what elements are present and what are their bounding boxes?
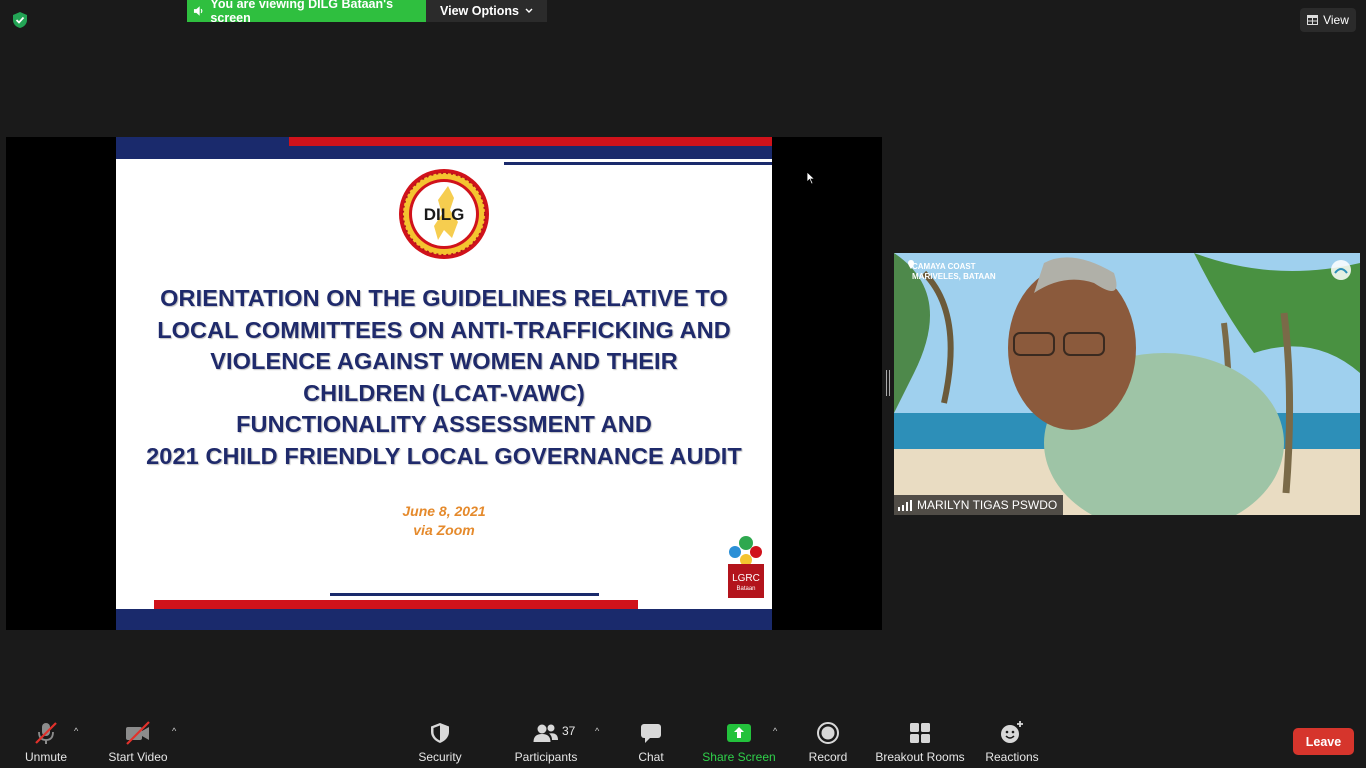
- participant-video-tile[interactable]: CAMAYA COAST MARIVELES, BATAAN MARILYN T…: [894, 253, 1360, 515]
- leave-button[interactable]: Leave: [1293, 728, 1354, 755]
- dilg-seal-logo: DILG: [399, 169, 489, 259]
- participants-label: Participants: [514, 750, 578, 764]
- breakout-rooms-button[interactable]: Breakout Rooms: [874, 716, 966, 768]
- viewing-banner-text: You are viewing DILG Bataan's screen: [210, 0, 394, 25]
- encryption-shield-icon[interactable]: [11, 11, 29, 29]
- slide-bottom-navy-bar: [116, 609, 772, 630]
- mouse-cursor-icon: [806, 171, 816, 185]
- slide-top-thin-line: [504, 162, 772, 165]
- chevron-down-icon: [525, 8, 533, 13]
- dilg-logo-text: DILG: [424, 205, 465, 224]
- breakout-rooms-icon: [910, 723, 930, 743]
- share-screen-button[interactable]: Share Screen: [702, 716, 776, 768]
- participant-name-label: MARILYN TIGAS PSWDO: [894, 495, 1064, 515]
- slide-title: ORIENTATION ON THE GUIDELINES RELATIVE T…: [116, 283, 772, 472]
- slide-title-line: VIOLENCE AGAINST WOMEN AND THEIR: [210, 348, 678, 374]
- view-options-label: View Options: [440, 4, 519, 18]
- chat-button[interactable]: Chat: [628, 716, 674, 768]
- slide-top-red-bar: [289, 137, 772, 146]
- participants-options-caret[interactable]: ^: [595, 726, 599, 736]
- reactions-emoji-icon: [1001, 721, 1023, 743]
- view-options-button[interactable]: View Options: [426, 0, 547, 22]
- view-label: View: [1323, 13, 1349, 27]
- record-label: Record: [808, 750, 848, 764]
- share-options-caret[interactable]: ^: [773, 726, 777, 736]
- location-line: MARIVELES, BATAAN: [912, 272, 996, 281]
- muted-microphone-icon: [35, 722, 57, 744]
- security-shield-icon: [431, 723, 449, 743]
- grid-view-icon: [1307, 15, 1319, 25]
- slide-title-line: LOCAL COMMITTEES ON ANTI-TRAFFICKING AND: [157, 316, 731, 343]
- slide-title-line: ORIENTATION ON THE GUIDELINES RELATIVE T…: [160, 285, 728, 311]
- security-label: Security: [418, 750, 462, 764]
- slide-date: June 8, 2021: [402, 503, 486, 519]
- presentation-slide: DILG ORIENTATION ON THE GUIDELINES RELAT…: [116, 137, 772, 630]
- beach-virtual-background: [894, 253, 1360, 515]
- slide-via: via Zoom: [413, 522, 475, 538]
- participants-icon: [533, 724, 558, 742]
- security-button[interactable]: Security: [412, 716, 468, 768]
- reactions-label: Reactions: [985, 750, 1039, 764]
- start-video-label: Start Video: [108, 750, 168, 764]
- chat-bubble-icon: [641, 724, 661, 743]
- view-button[interactable]: View: [1300, 8, 1356, 32]
- slide-bottom-thin-line: [330, 593, 599, 596]
- audio-options-caret[interactable]: ^: [74, 726, 78, 736]
- meeting-toolbar: Unmute ^ Start Video ^ Security Particip…: [0, 716, 1366, 768]
- slide-title-line: FUNCTIONALITY ASSESSMENT AND: [236, 411, 652, 437]
- share-screen-label: Share Screen: [702, 750, 776, 764]
- video-off-icon: [126, 721, 150, 745]
- background-location-tag: CAMAYA COAST MARIVELES, BATAAN: [912, 262, 996, 282]
- viewing-screen-banner: You are viewing DILG Bataan's screen: [187, 0, 426, 25]
- record-icon: [817, 722, 839, 744]
- slide-title-line: CHILDREN (LCAT-VAWC): [303, 379, 585, 406]
- lgrc-logo-text: LGRC: [732, 573, 760, 584]
- share-screen-icon: [727, 724, 751, 742]
- record-button[interactable]: Record: [804, 716, 852, 768]
- lgrc-logo: LGRC Bataan: [728, 536, 764, 598]
- reactions-button[interactable]: Reactions: [984, 716, 1040, 768]
- video-options-caret[interactable]: ^: [172, 726, 176, 736]
- signal-strength-icon: [898, 499, 912, 511]
- slide-title-line: 2021 CHILD FRIENDLY LOCAL GOVERNANCE AUD…: [146, 442, 742, 469]
- lgrc-logo-sub: Bataan: [736, 586, 755, 592]
- unmute-label: Unmute: [24, 750, 68, 764]
- chat-label: Chat: [638, 750, 664, 764]
- resort-logo-icon: [1331, 260, 1351, 280]
- breakout-rooms-label: Breakout Rooms: [875, 750, 965, 764]
- participant-name: MARILYN TIGAS PSWDO: [917, 498, 1058, 512]
- location-line: CAMAYA COAST: [912, 262, 976, 271]
- participants-count: 37: [562, 724, 576, 738]
- start-video-button[interactable]: Start Video: [106, 716, 170, 768]
- slide-bottom-red-bar: [154, 600, 638, 609]
- panel-resize-handle[interactable]: [886, 370, 890, 396]
- unmute-button[interactable]: Unmute: [22, 716, 70, 768]
- speaker-icon: [193, 6, 203, 16]
